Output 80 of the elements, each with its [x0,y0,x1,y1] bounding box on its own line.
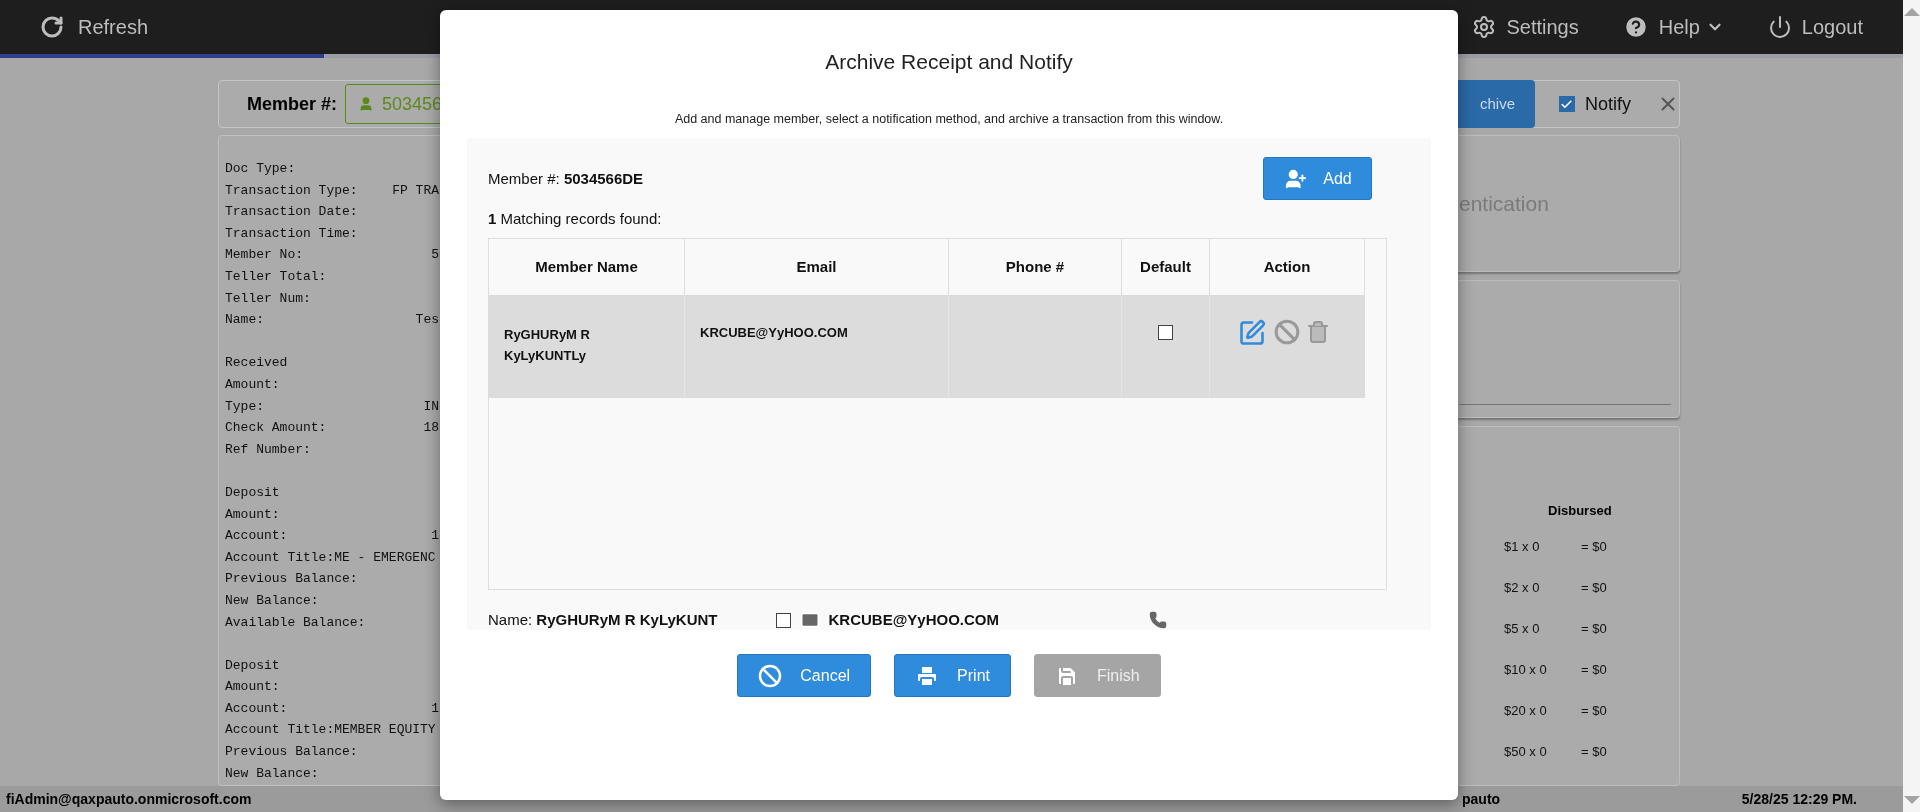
contact-email: KRCUBE@YyHOO.COM [828,610,999,630]
denomination: $20 x 0 [1504,702,1548,721]
table-cell: RyGHURyM R KyLyKUNTLy [489,295,685,399]
scroll-up-icon[interactable] [1903,8,1920,16]
receipt-label: Member No: [225,246,303,265]
receipt-value: 5 [431,246,439,265]
receipt-label: Teller Total: [225,268,327,286]
denomination-total: = $0 [1581,661,1607,680]
cancel-button[interactable]: Cancel [737,654,872,698]
denomination: $1 x 0 [1504,538,1541,557]
denomination: $50 x 0 [1504,743,1548,762]
menu-item[interactable]: Logout [1767,12,1863,42]
notify-label: Notify [1585,92,1631,116]
table-cell: KRCUBE@YyHOO.COM [685,295,949,399]
receipt-label: New Balance: [225,591,319,610]
menu-item[interactable]: Settings [1472,12,1579,42]
status-datetime: 5/28/25 12:29 PM. [1741,789,1857,809]
status-text: pauto [1462,789,1501,809]
default-checkbox[interactable] [1158,325,1173,341]
refresh-button[interactable]: Refresh [40,12,149,42]
receipt-label: Available Balance: [225,613,366,632]
add-button[interactable]: Add [1263,157,1372,201]
receipt-label: Account Title:ME - EMERGENC [225,548,436,567]
ban-icon[interactable] [1273,319,1300,346]
member-value: 503456 [382,92,443,116]
receipt-label: Ref Number: [225,440,311,459]
receipt-label: Type: [225,397,264,416]
denomination: $2 x 0 [1504,579,1541,598]
receipt-label: Amount: [225,678,280,697]
receipt-label: Doc Type: [225,160,296,179]
receipt-label: Previous Balance: [225,570,358,589]
receipt-label: Deposit [225,656,280,675]
match-count: 1 Matching records found: [488,208,662,229]
denomination-total: = $0 [1581,579,1607,598]
receipt-label: Account Title:MEMBER EQUITY [225,721,436,740]
receipt-label: Account: [225,699,288,718]
table-row[interactable]: RyGHURyM R KyLyKUNTLy KRCUBE@YyHOO.COM [489,295,1365,399]
receipt-value: 18 [423,419,439,438]
receipt-value: 1 [431,527,439,546]
modal-title: Archive Receipt and Notify [825,49,1073,75]
denomination-total: = $0 [1581,538,1607,557]
receipt-label: Amount: [225,505,280,524]
contact-name: Name: RyGHURyM R KyLyKUNT [488,610,718,630]
receipt-value: IN [423,397,439,416]
trash-icon[interactable] [1305,319,1330,346]
member-label: Member #: [247,92,338,116]
menu-item[interactable]: Help [1622,12,1724,42]
scroll-down-icon[interactable] [1903,796,1920,804]
member-number: Member #: 5034566DE [488,169,645,190]
phone-icon [1149,611,1167,630]
modal-subtitle: Add and manage member, select a notification method, and archive a transaction from this window. [674,110,1224,128]
receipt-label: New Balance: [225,764,319,783]
receipt-value: Tes [415,311,439,330]
receipt-value: 1 [431,699,439,718]
receipt-label: Transaction Type: [225,181,358,200]
receipt-label: Teller Num: [225,289,311,308]
power-icon [1767,15,1792,39]
refresh-icon [40,15,64,39]
receipt-label: Transaction Time: [225,224,358,243]
cancel-icon [758,663,783,688]
receipt-label: Transaction Date: [225,203,358,222]
receipt-label: Check Amount: [225,419,327,438]
receipt-value: FP TRA [392,181,439,200]
receipt-label: Account: [225,527,288,546]
print-button[interactable]: Print [894,654,1011,698]
denomination-total: = $0 [1581,702,1607,721]
receipt-label: Received [225,354,288,373]
receipt-label: Deposit [225,483,280,502]
denomination-total: = $0 [1581,743,1607,762]
user-email: fiAdmin@qaxpauto.onmicrosoft.com [6,789,252,809]
denomination-total: = $0 [1581,620,1607,639]
disbursed-heading: Disbursed [1548,502,1613,520]
receipt-label: Previous Balance: [225,743,358,762]
settings-icon [1472,15,1497,39]
email-checkbox[interactable] [775,612,791,628]
receipt-label: Name: [225,311,264,330]
notify-checkbox[interactable] [1559,96,1575,112]
denomination: $5 x 0 [1504,620,1541,639]
receipt-label: Amount: [225,376,280,394]
denomination: $10 x 0 [1504,661,1548,680]
